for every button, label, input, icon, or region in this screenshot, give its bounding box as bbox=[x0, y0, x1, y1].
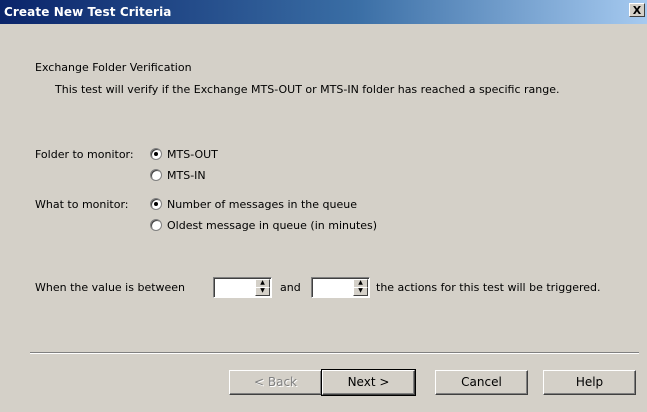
back-button[interactable]: < Back bbox=[229, 370, 322, 395]
radio-selected-dot bbox=[154, 202, 158, 206]
max-spin-down-button[interactable]: ▼ bbox=[353, 287, 368, 296]
radio-mts-out[interactable] bbox=[150, 148, 162, 160]
close-icon: X bbox=[632, 4, 642, 17]
radio-oldest-message[interactable] bbox=[150, 219, 162, 231]
max-value-spinner[interactable]: ▲ ▼ bbox=[311, 277, 370, 298]
monitor-group-label: What to monitor: bbox=[35, 198, 129, 211]
radio-oldest-message-label[interactable]: Oldest message in queue (in minutes) bbox=[167, 219, 377, 232]
max-spin-buttons: ▲ ▼ bbox=[353, 279, 368, 296]
folder-group-label: Folder to monitor: bbox=[35, 148, 134, 161]
title-bar: Create New Test Criteria X bbox=[0, 0, 647, 24]
radio-message-count-label[interactable]: Number of messages in the queue bbox=[167, 198, 357, 211]
range-prefix-label: When the value is between bbox=[35, 281, 186, 294]
help-button[interactable]: Help bbox=[543, 370, 636, 395]
min-spin-buttons: ▲ ▼ bbox=[255, 279, 270, 296]
arrow-up-icon: ▲ bbox=[260, 279, 265, 286]
min-value-spinner[interactable]: ▲ ▼ bbox=[213, 277, 272, 298]
radio-mts-out-label[interactable]: MTS-OUT bbox=[167, 148, 218, 161]
range-suffix-label: the actions for this test will be trigge… bbox=[376, 281, 601, 294]
radio-message-count[interactable] bbox=[150, 198, 162, 210]
radio-mts-in[interactable] bbox=[150, 169, 162, 181]
radio-mts-in-label[interactable]: MTS-IN bbox=[167, 169, 206, 182]
test-description: This test will verify if the Exchange MT… bbox=[55, 83, 560, 96]
next-button[interactable]: Next > bbox=[321, 369, 416, 396]
range-and-label: and bbox=[280, 281, 301, 294]
close-button[interactable]: X bbox=[629, 3, 645, 17]
section-heading: Exchange Folder Verification bbox=[35, 61, 192, 74]
min-spin-down-button[interactable]: ▼ bbox=[255, 287, 270, 296]
arrow-down-icon: ▼ bbox=[358, 287, 363, 294]
window-title: Create New Test Criteria bbox=[4, 5, 172, 19]
footer-divider-highlight bbox=[30, 353, 639, 354]
arrow-up-icon: ▲ bbox=[358, 279, 363, 286]
cancel-button[interactable]: Cancel bbox=[435, 370, 528, 395]
radio-selected-dot bbox=[154, 152, 158, 156]
arrow-down-icon: ▼ bbox=[260, 287, 265, 294]
